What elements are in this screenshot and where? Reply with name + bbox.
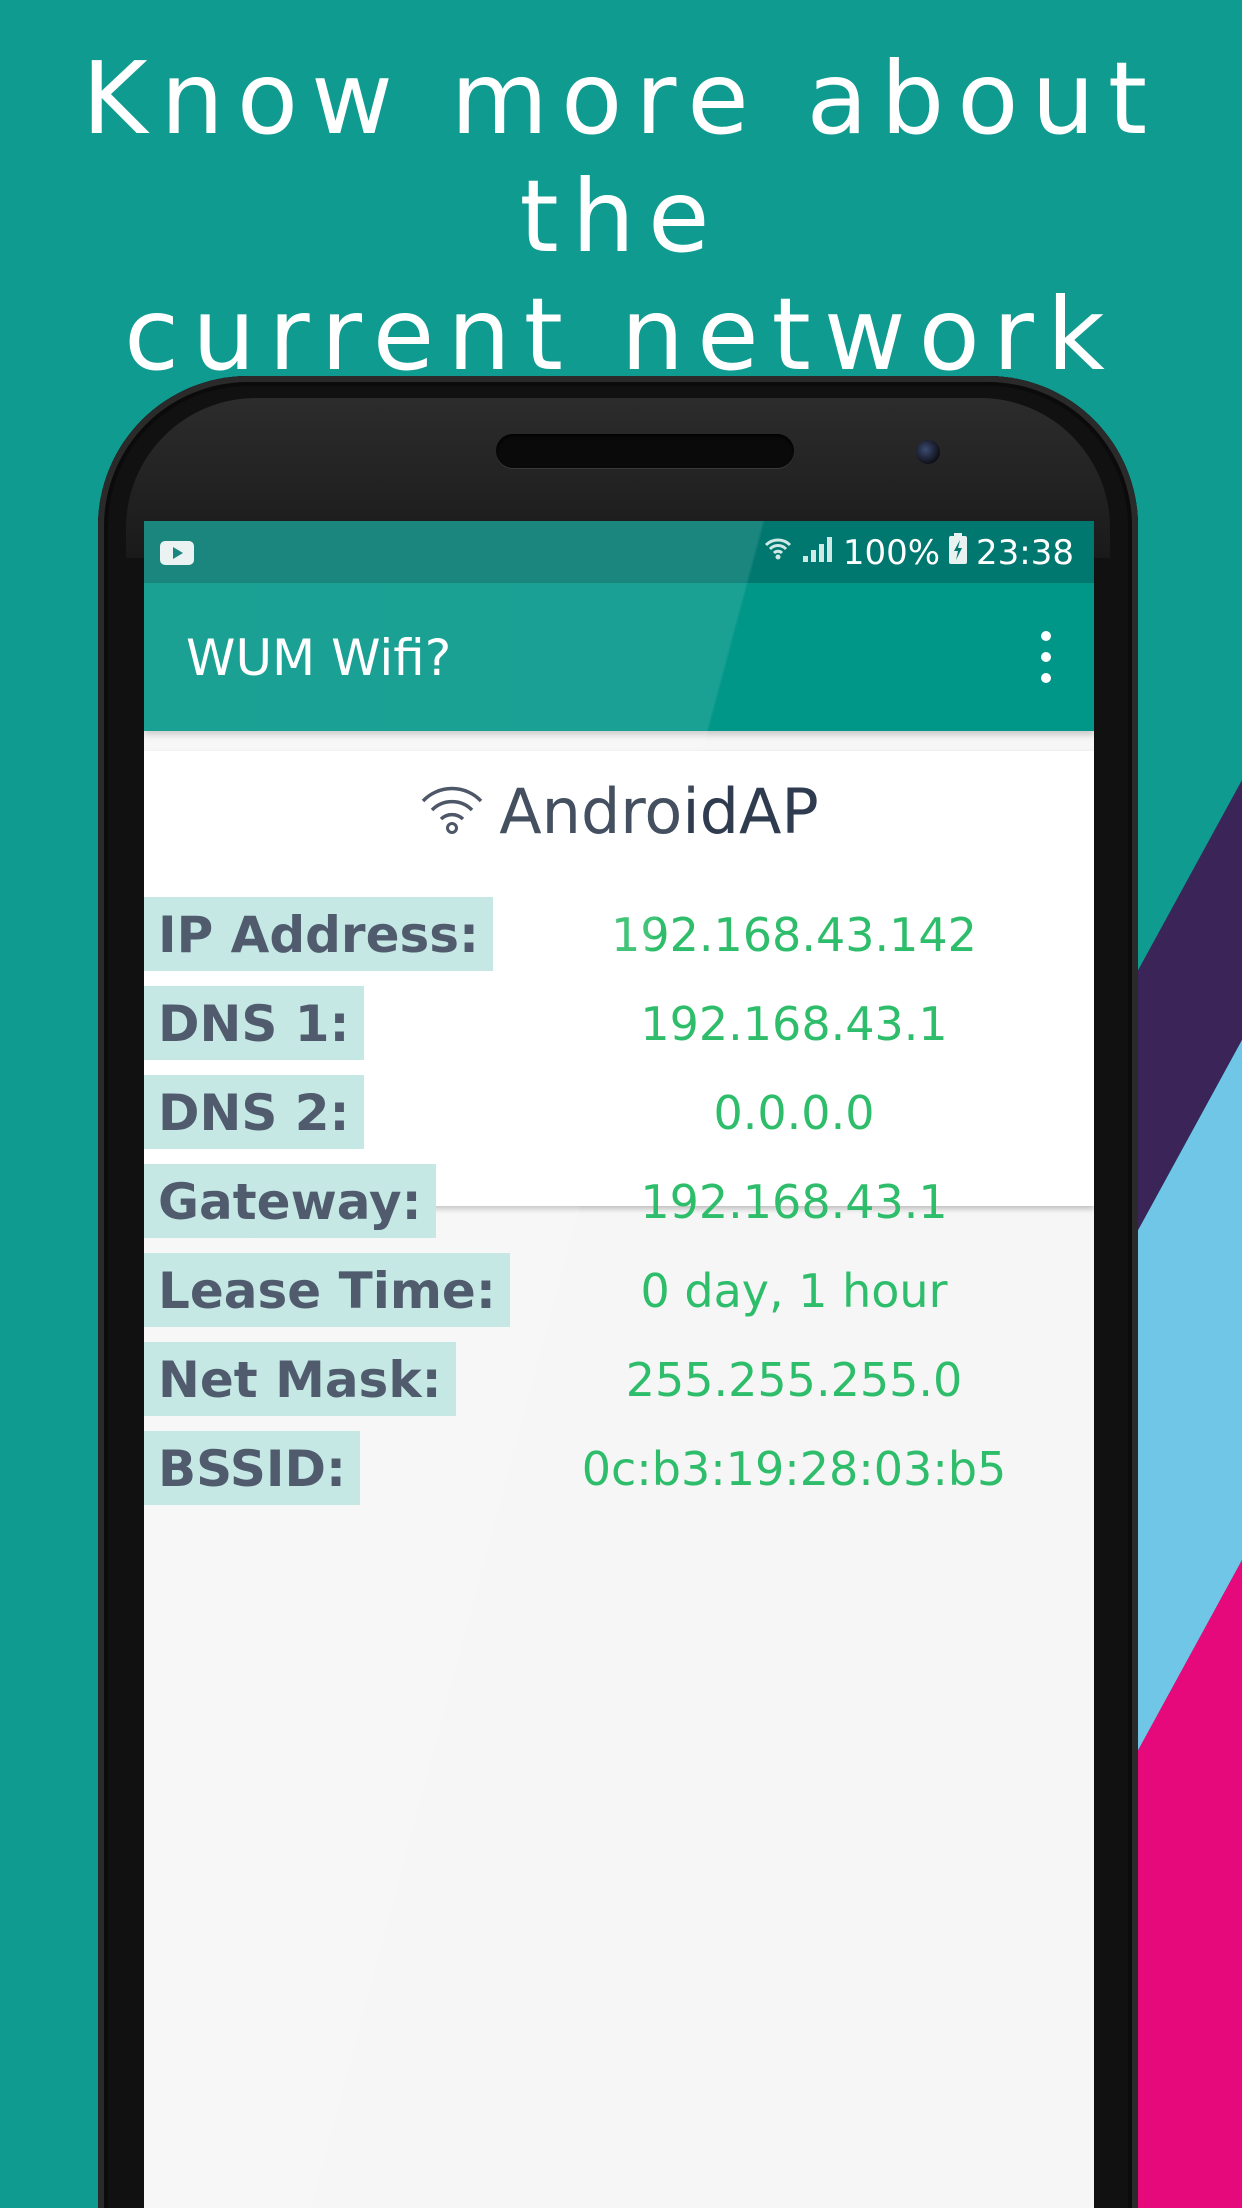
signal-icon (801, 533, 835, 573)
overflow-menu-icon[interactable] (1034, 631, 1058, 683)
headline: Know more about the current network (81, 40, 1161, 393)
app-bar: WUM Wifi? (144, 583, 1094, 731)
info-row-lease-time: Lease Time: 0 day, 1 hour (144, 1253, 1094, 1329)
front-camera (916, 440, 940, 464)
promo-page: Know more about the current network 100%… (0, 0, 1242, 2208)
info-label: IP Address: (144, 897, 494, 971)
info-row-net-mask: Net Mask: 255.255.255.0 (144, 1342, 1094, 1418)
youtube-icon (160, 541, 194, 565)
info-label: BSSID: (144, 1431, 360, 1505)
info-label: Gateway: (144, 1164, 436, 1238)
phone-frame: 100% 23:38 WUM Wifi? AndroidAP IP Addres… (98, 376, 1138, 2208)
info-value: 192.168.43.142 (611, 908, 977, 962)
phone-screen: 100% 23:38 WUM Wifi? AndroidAP IP Addres… (144, 521, 1094, 2208)
info-value: 0 day, 1 hour (640, 1264, 948, 1318)
info-value: 0c:b3:19:28:03:b5 (581, 1442, 1007, 1496)
info-label: Lease Time: (144, 1253, 510, 1327)
wifi-icon (419, 781, 485, 841)
status-icons: 100% 23:38 (763, 531, 1074, 575)
earpiece-speaker (496, 434, 794, 468)
info-row-bssid: BSSID: 0c:b3:19:28:03:b5 (144, 1431, 1094, 1507)
ssid-row: AndroidAP (144, 771, 1094, 851)
clock: 23:38 (976, 533, 1074, 573)
info-label: DNS 1: (144, 986, 364, 1060)
info-value: 0.0.0.0 (713, 1086, 875, 1140)
info-row-ip: IP Address: 192.168.43.142 (144, 897, 1094, 973)
info-label: Net Mask: (144, 1342, 456, 1416)
battery-percent: 100% (842, 533, 941, 573)
info-row-dns2: DNS 2: 0.0.0.0 (144, 1075, 1094, 1151)
app-title: WUM Wifi? (186, 629, 452, 687)
info-value: 255.255.255.0 (625, 1353, 963, 1407)
ssid-name: AndroidAP (499, 774, 819, 848)
status-bar: 100% 23:38 (144, 521, 1094, 583)
info-value: 192.168.43.1 (640, 997, 948, 1051)
info-value: 192.168.43.1 (640, 1175, 948, 1229)
info-label: DNS 2: (144, 1075, 364, 1149)
info-row-dns1: DNS 1: 192.168.43.1 (144, 986, 1094, 1062)
info-row-gateway: Gateway: 192.168.43.1 (144, 1164, 1094, 1240)
battery-charging-icon (948, 532, 968, 574)
wifi-icon (763, 533, 793, 573)
